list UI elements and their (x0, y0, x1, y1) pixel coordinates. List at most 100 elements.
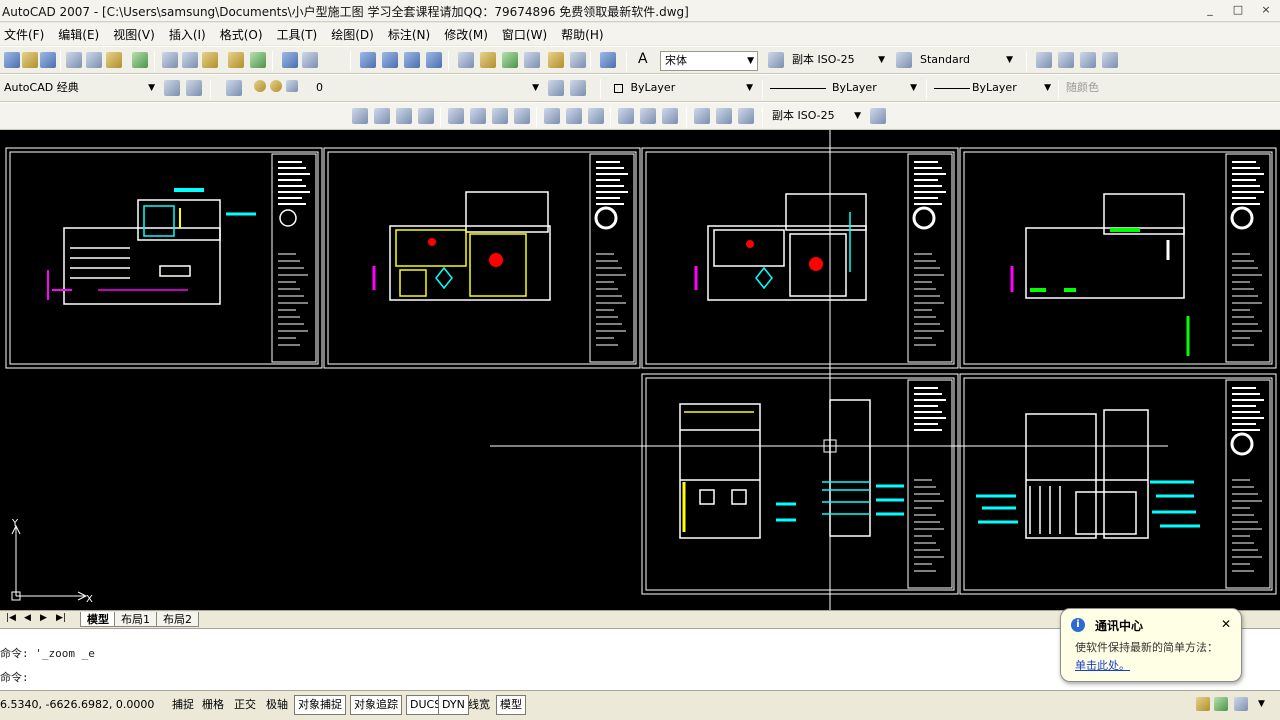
menu-window[interactable]: 窗口(W) (502, 26, 547, 43)
print-icon[interactable] (66, 52, 82, 68)
notification-close-button[interactable]: ✕ (1221, 617, 1231, 631)
tool-palettes-icon[interactable] (502, 52, 518, 68)
tolerance-icon[interactable] (640, 108, 656, 124)
view-icon[interactable] (1058, 52, 1074, 68)
layer-manager-icon[interactable] (226, 80, 242, 96)
tab-layout1[interactable]: 布局1 (114, 612, 157, 627)
dim-edit-icon[interactable] (694, 108, 710, 124)
otrack-toggle[interactable]: 对象追踪 (350, 695, 402, 715)
dim-style-combo[interactable]: 副本 ISO-25 ▼ (788, 51, 888, 71)
menu-format[interactable]: 格式(O) (220, 26, 263, 43)
dim-update-icon[interactable] (738, 108, 754, 124)
arc-length-icon[interactable] (396, 108, 412, 124)
pan-icon[interactable] (360, 52, 376, 68)
copy-icon[interactable] (182, 52, 198, 68)
comm-center-icon[interactable] (1196, 697, 1210, 711)
snap-toggle[interactable]: 捕捉 (168, 695, 198, 715)
my-workspace-icon[interactable] (186, 80, 202, 96)
workspace-combo[interactable]: AutoCAD 经典 ▼ (0, 79, 158, 99)
menu-file[interactable]: 文件(F) (4, 26, 44, 43)
grid-toggle[interactable]: 栅格 (198, 695, 228, 715)
prev-tab-icon[interactable]: ◀ (24, 613, 31, 623)
maximize-button[interactable]: □ (1224, 1, 1252, 19)
last-tab-icon[interactable]: ▶| (56, 613, 66, 623)
view-icon[interactable] (1102, 52, 1118, 68)
print-preview-icon[interactable] (86, 52, 102, 68)
view-icon[interactable] (1080, 52, 1096, 68)
linear-dim-icon[interactable] (352, 108, 368, 124)
cut-icon[interactable] (162, 52, 178, 68)
table-style-combo[interactable]: Standard ▼ (916, 51, 1016, 71)
dim-style-icon[interactable] (768, 52, 784, 68)
tab-model[interactable]: 模型 (80, 612, 116, 627)
publish-icon[interactable] (106, 52, 122, 68)
match-properties-icon[interactable] (228, 52, 244, 68)
menu-insert[interactable]: 插入(I) (169, 26, 206, 43)
radius-dim-icon[interactable] (448, 108, 464, 124)
lineweight-combo[interactable]: ByLayer ▼ (930, 79, 1054, 99)
center-mark-icon[interactable] (662, 108, 678, 124)
layer-combo[interactable]: 0 ▼ (250, 79, 542, 99)
workspace-settings-icon[interactable] (164, 80, 180, 96)
diameter-dim-icon[interactable] (492, 108, 508, 124)
coordinates-readout[interactable]: 6.5340, -6626.6982, 0.0000 (0, 698, 154, 711)
markup-icon[interactable] (548, 52, 564, 68)
save-icon[interactable] (40, 52, 56, 68)
first-tab-icon[interactable]: |◀ (6, 613, 16, 623)
jogged-dim-icon[interactable] (470, 108, 486, 124)
tray-settings-icon[interactable] (1234, 697, 1248, 711)
zoom-window-icon[interactable] (404, 52, 420, 68)
sheet-set-icon[interactable] (524, 52, 540, 68)
polar-toggle[interactable]: 极轴 (262, 695, 292, 715)
undo-icon[interactable] (282, 52, 298, 68)
font-combo[interactable]: 宋体 ▼ (660, 51, 758, 71)
design-center-icon[interactable] (480, 52, 496, 68)
menu-view[interactable]: 视图(V) (113, 26, 155, 43)
quickcalc-icon[interactable] (570, 52, 586, 68)
zoom-previous-icon[interactable] (426, 52, 442, 68)
drawing-canvas[interactable]: Y X (0, 130, 1280, 610)
lock-icon[interactable] (1214, 697, 1228, 711)
close-button[interactable]: × (1252, 1, 1280, 19)
block-editor-icon[interactable] (250, 52, 266, 68)
angular-dim-icon[interactable] (514, 108, 530, 124)
help-icon[interactable] (600, 52, 616, 68)
linetype-combo[interactable]: ByLayer ▼ (766, 79, 920, 99)
minimize-button[interactable]: _ (1196, 1, 1224, 19)
menu-modify[interactable]: 修改(M) (444, 26, 488, 43)
quick-dim-icon[interactable] (544, 108, 560, 124)
tab-layout2[interactable]: 布局2 (156, 612, 199, 627)
view-icon[interactable] (1036, 52, 1052, 68)
dim-text-edit-icon[interactable] (716, 108, 732, 124)
menu-edit[interactable]: 编辑(E) (58, 26, 99, 43)
baseline-dim-icon[interactable] (566, 108, 582, 124)
menu-tools[interactable]: 工具(T) (277, 26, 318, 43)
aligned-dim-icon[interactable] (374, 108, 390, 124)
model-toggle[interactable]: 模型 (496, 695, 526, 715)
quick-leader-icon[interactable] (618, 108, 634, 124)
next-tab-icon[interactable]: ▶ (40, 613, 47, 623)
make-layer-current-icon[interactable] (548, 80, 564, 96)
dim-style-manager-icon[interactable] (870, 108, 886, 124)
ortho-toggle[interactable]: 正交 (230, 695, 260, 715)
redo-icon[interactable] (302, 52, 318, 68)
text-style-icon[interactable]: A (638, 51, 648, 67)
continue-dim-icon[interactable] (588, 108, 604, 124)
command-prompt[interactable]: 命令: (0, 669, 29, 685)
notification-link[interactable]: 单击此处。 (1075, 657, 1130, 673)
open-icon[interactable] (22, 52, 38, 68)
dim-style-combo-2[interactable]: 副本 ISO-25 ▼ (768, 107, 864, 127)
osnap-toggle[interactable]: 对象捕捉 (294, 695, 346, 715)
paste-icon[interactable] (202, 52, 218, 68)
3d-dwf-icon[interactable] (132, 52, 148, 68)
color-combo[interactable]: ByLayer ▼ (610, 79, 756, 99)
menu-help[interactable]: 帮助(H) (561, 26, 603, 43)
table-style-icon[interactable] (896, 52, 912, 68)
new-icon[interactable] (4, 52, 20, 68)
ordinate-dim-icon[interactable] (418, 108, 434, 124)
zoom-realtime-icon[interactable] (382, 52, 398, 68)
layer-previous-icon[interactable] (570, 80, 586, 96)
menu-draw[interactable]: 绘图(D) (331, 26, 374, 43)
properties-icon[interactable] (458, 52, 474, 68)
status-menu-icon[interactable]: ▼ (1258, 699, 1265, 709)
